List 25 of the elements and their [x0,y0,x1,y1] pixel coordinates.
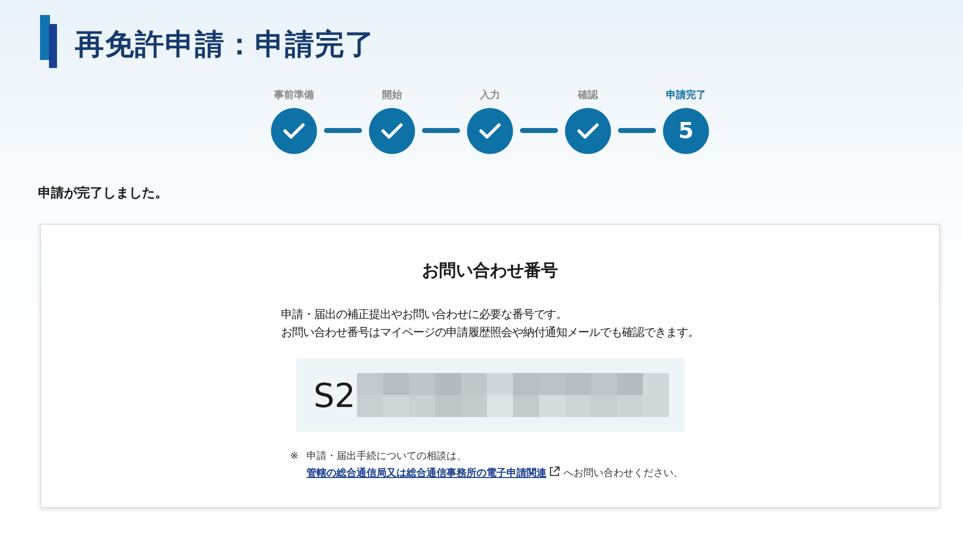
step-connector [618,128,656,133]
office-link[interactable]: 管轄の総合通信局又は総合通信事務所の電子申請関連 [306,468,546,479]
title-accent-icon [40,15,57,68]
section-heading: お問い合わせ番号 [422,260,558,282]
step-label: 申請完了 [666,88,706,102]
description-text: お問い合わせ番号はマイページの申請履歴照会や納付通知メールでも確認できます。 [281,325,699,341]
step-done-icon [369,108,415,154]
step-done-icon [271,108,317,154]
note-text: 申請・届出手続についての相談は、 管轄の総合通信局又は総合通信事務所の電子申請関連 へお問い合わせください。 [306,450,685,481]
step-label: 入力 [480,88,500,102]
step-connector [520,128,558,133]
completion-message: 申請が完了しました。 [38,184,169,202]
step-label: 事前準備 [274,88,314,102]
note-mark: ※ [290,450,298,464]
external-link-icon [549,466,560,477]
step-label: 確認 [578,88,598,102]
step-connector [422,128,460,133]
page-title: 再免許申請：申請完了 [75,26,375,63]
step-number: 5 [663,108,709,154]
step-connector [324,128,362,133]
step-done-icon [467,108,513,154]
inquiry-number: S2 [314,376,356,414]
step-label: 開始 [382,88,402,102]
description-text: 申請・届出の補正提出やお問い合わせに必要な番号です。 [281,307,568,323]
step-done-icon [565,108,611,154]
